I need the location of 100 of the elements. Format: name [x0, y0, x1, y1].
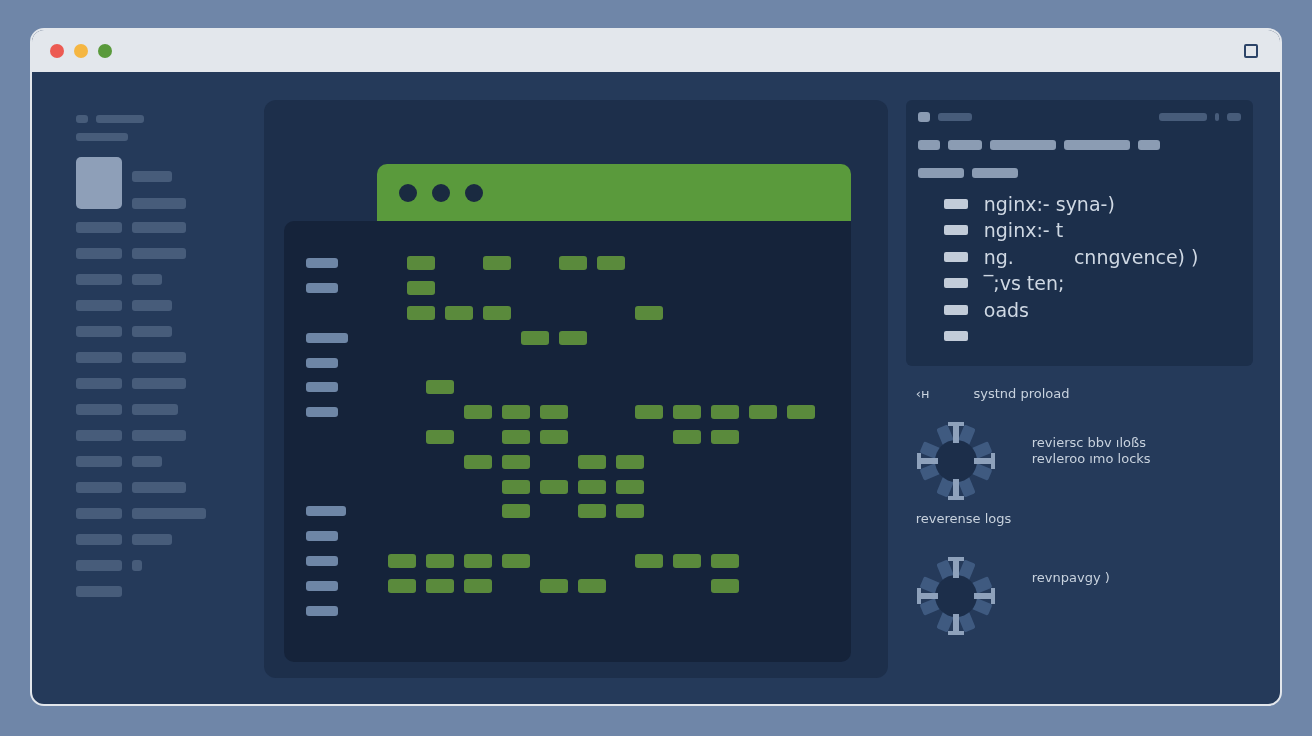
text-placeholder: [96, 115, 144, 123]
code-token: [558, 330, 587, 345]
code-token: [577, 504, 606, 519]
text-placeholder: [76, 507, 122, 519]
text-placeholder: [76, 403, 122, 415]
text-placeholder: [305, 605, 338, 616]
text-placeholder: [305, 580, 338, 591]
dial-icon: [915, 556, 996, 636]
code-token: [406, 281, 435, 296]
dot-icon: [398, 183, 417, 202]
code-token: [501, 405, 530, 420]
text-placeholder: [76, 221, 122, 233]
code-token: [482, 256, 511, 271]
code-token: [786, 405, 815, 420]
code-token: [463, 553, 492, 568]
code-token: [520, 330, 549, 345]
text-placeholder: [76, 533, 122, 545]
text-placeholder: [937, 113, 972, 121]
text-placeholder: [1215, 113, 1219, 121]
code-token: [672, 553, 701, 568]
code-token: [501, 429, 530, 444]
text-placeholder: [917, 168, 964, 178]
code-token: [482, 306, 511, 320]
code-token: [672, 429, 701, 444]
text-placeholder: [76, 325, 122, 337]
text-placeholder: [1159, 113, 1207, 121]
code-token: [634, 553, 663, 568]
code-token: [539, 479, 568, 494]
code-token: [615, 479, 644, 494]
text-placeholder: [917, 112, 930, 122]
text-placeholder: [132, 299, 172, 311]
text-placeholder: [305, 506, 346, 517]
text-placeholder: [1137, 140, 1160, 150]
service-text: reviersc bbv ıloßs: [1031, 435, 1147, 450]
square-icon[interactable]: [1244, 44, 1258, 58]
text-placeholder: [76, 481, 122, 493]
text-placeholder: [76, 429, 122, 441]
text-placeholder: [989, 140, 1056, 150]
text-placeholder: [1063, 140, 1130, 150]
text-placeholder: [305, 555, 338, 566]
text-placeholder: [76, 351, 122, 363]
close-button[interactable]: [50, 44, 64, 58]
terminal-text: ‾;vs ten;: [983, 272, 1065, 295]
text-placeholder: [76, 585, 122, 597]
code-token: [539, 405, 568, 420]
text-placeholder: [132, 533, 172, 545]
text-placeholder: [132, 247, 186, 259]
text-placeholder: [132, 325, 172, 337]
text-placeholder: [305, 357, 338, 368]
service-text: revleroo ımo locks: [1031, 451, 1151, 466]
code-token: [615, 504, 644, 519]
text-placeholder: [132, 351, 186, 363]
status-title: systnd proload: [973, 386, 1070, 401]
text-placeholder: [76, 377, 122, 389]
zoom-button[interactable]: [98, 44, 112, 58]
text-placeholder: [305, 407, 338, 418]
text-placeholder: [76, 115, 88, 123]
text-placeholder: [76, 247, 122, 259]
code-token: [387, 553, 416, 568]
code-token: [558, 256, 587, 271]
code-token: [387, 578, 416, 593]
minimize-button[interactable]: [74, 44, 88, 58]
code-token: [425, 553, 454, 568]
code-token: [444, 306, 473, 320]
code-token: [577, 479, 606, 494]
text-placeholder: [76, 133, 128, 141]
code-token: [463, 454, 492, 469]
code-token: [539, 578, 568, 593]
code-token: [501, 454, 530, 469]
code-token: [596, 256, 625, 271]
text-placeholder: [132, 429, 186, 441]
code-token: [406, 256, 435, 271]
code-token: [501, 479, 530, 494]
code-token: [501, 553, 530, 568]
code-token: [710, 405, 739, 420]
text-placeholder: [132, 377, 186, 389]
code-token: [710, 553, 739, 568]
service-text: revnpavgy ): [1031, 570, 1110, 585]
text-placeholder: [76, 273, 122, 285]
text-placeholder: [971, 168, 1018, 178]
terminal-text: ng.: [983, 245, 1014, 268]
code-token: [501, 504, 530, 519]
text-placeholder: [76, 559, 122, 571]
dot-icon: [464, 183, 483, 202]
text-placeholder: [132, 171, 172, 182]
code-token: [463, 578, 492, 593]
text-placeholder: [76, 299, 122, 311]
text-placeholder: [132, 559, 142, 571]
text-placeholder: [305, 258, 338, 269]
glyph-icon: ‹ʜ: [915, 386, 930, 401]
code-token: [710, 429, 739, 444]
text-placeholder: [305, 332, 348, 343]
text-placeholder: [132, 455, 162, 467]
terminal-text: nginx:- syna-): [983, 192, 1115, 215]
code-token: [710, 578, 739, 593]
terminal-text: cnngvence) ): [1073, 245, 1199, 268]
code-token: [425, 429, 454, 444]
code-token: [425, 380, 454, 395]
text-placeholder: [132, 198, 186, 209]
avatar-placeholder: [76, 157, 122, 209]
